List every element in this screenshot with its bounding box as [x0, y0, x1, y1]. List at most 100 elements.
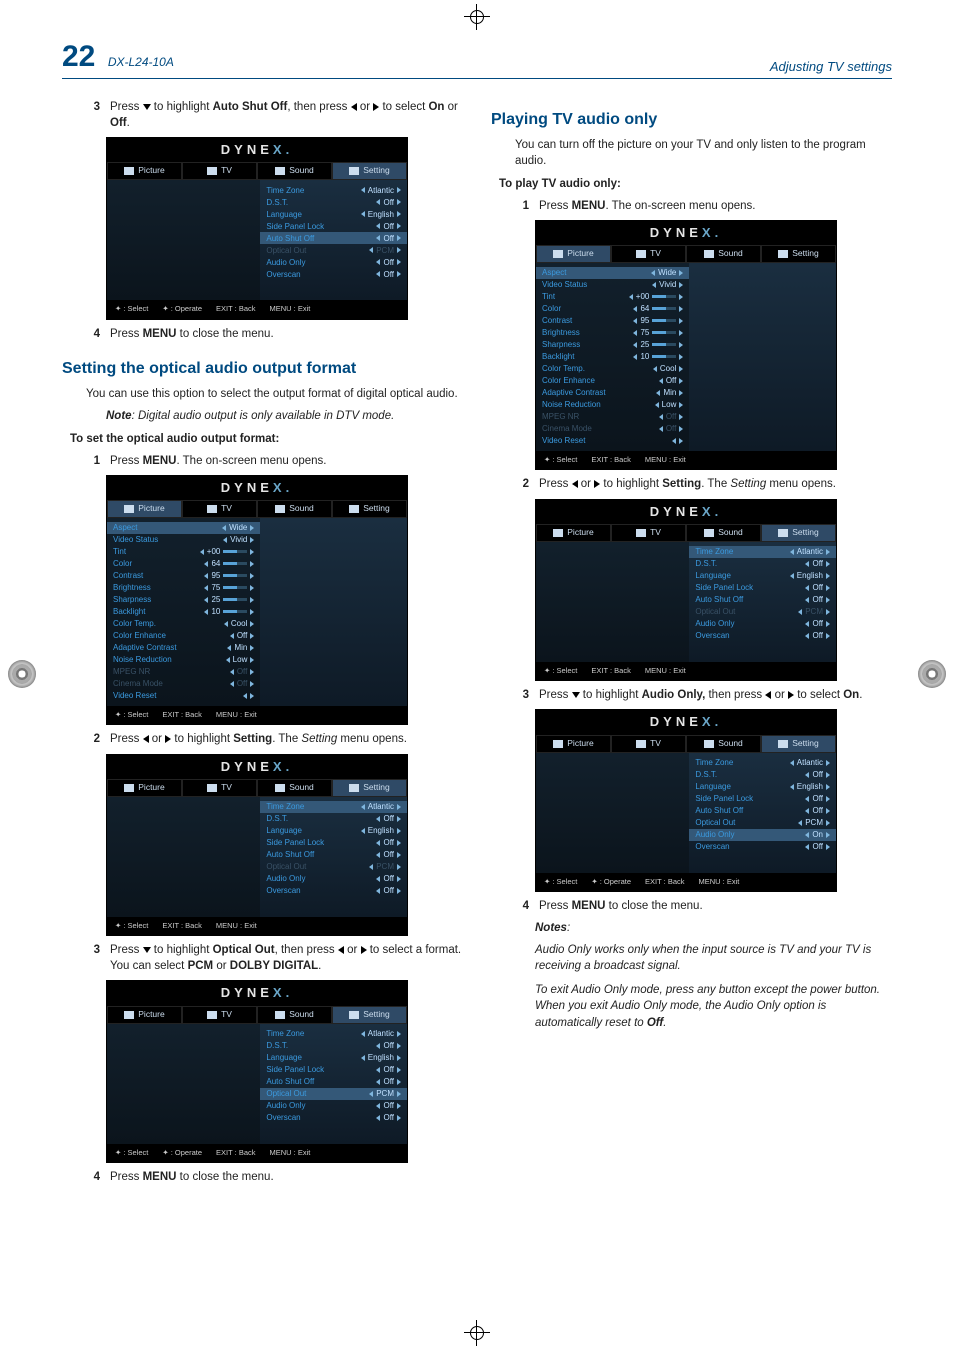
osd-row[interactable]: Color64	[542, 303, 683, 315]
osd-row[interactable]: Auto Shut OffOff	[695, 805, 830, 817]
osd-row[interactable]: Brightness75	[542, 327, 683, 339]
osd-row[interactable]: Side Panel LockOff	[266, 837, 401, 849]
osd-row[interactable]: Video StatusVivid	[113, 534, 254, 546]
osd-tab[interactable]: Picture	[107, 1006, 182, 1024]
osd-tab[interactable]: Picture	[107, 500, 182, 518]
osd-row[interactable]: Side Panel LockOff	[266, 220, 401, 232]
osd-tab[interactable]: Setting	[332, 162, 407, 180]
foot-select: ✦ : Select	[544, 877, 577, 888]
osd-row[interactable]: D.S.T.Off	[266, 1040, 401, 1052]
osd-row[interactable]: Sharpness25	[542, 339, 683, 351]
osd-tab[interactable]: Sound	[257, 162, 332, 180]
osd-row[interactable]: Contrast95	[542, 315, 683, 327]
osd-row[interactable]: MPEG NROff	[113, 666, 254, 678]
osd-row[interactable]: Noise ReductionLow	[542, 399, 683, 411]
osd-row[interactable]: Color Temp.Cool	[542, 363, 683, 375]
osd-tab[interactable]: TV	[182, 1006, 257, 1024]
osd-row[interactable]: Audio OnlyOn	[689, 829, 836, 841]
osd-tab[interactable]: TV	[611, 524, 686, 542]
osd-row[interactable]: D.S.T.Off	[266, 196, 401, 208]
osd-row[interactable]: Color Temp.Cool	[113, 618, 254, 630]
osd-row[interactable]: Audio OnlyOff	[266, 873, 401, 885]
osd-tab[interactable]: Picture	[107, 162, 182, 180]
osd-row[interactable]: LanguageEnglish	[266, 1052, 401, 1064]
osd-row[interactable]: Sharpness25	[113, 594, 254, 606]
osd-row[interactable]: Optical OutPCM	[695, 817, 830, 829]
osd-row[interactable]: LanguageEnglish	[695, 570, 830, 582]
osd-row[interactable]: AspectWide	[536, 267, 689, 279]
osd-row[interactable]: Time ZoneAtlantic	[266, 1028, 401, 1040]
osd-row[interactable]: Video StatusVivid	[542, 279, 683, 291]
osd-row[interactable]: OverscanOff	[695, 841, 830, 853]
osd-row[interactable]: AspectWide	[107, 522, 260, 534]
osd-row[interactable]: LanguageEnglish	[266, 825, 401, 837]
osd-tab[interactable]: Sound	[686, 524, 761, 542]
osd-tab[interactable]: Sound	[686, 735, 761, 753]
osd-row[interactable]: Auto Shut OffOff	[695, 594, 830, 606]
osd-row[interactable]: Side Panel LockOff	[695, 793, 830, 805]
osd-tab[interactable]: Setting	[332, 1006, 407, 1024]
osd-tab[interactable]: TV	[182, 779, 257, 797]
osd-row[interactable]: Auto Shut OffOff	[266, 849, 401, 861]
osd-tab[interactable]: Sound	[257, 500, 332, 518]
osd-row[interactable]: Time ZoneAtlantic	[695, 757, 830, 769]
osd-tab[interactable]: Picture	[107, 779, 182, 797]
osd-row[interactable]: Side Panel LockOff	[266, 1064, 401, 1076]
osd-tab[interactable]: Setting	[332, 500, 407, 518]
osd-tab[interactable]: Setting	[761, 245, 836, 263]
osd-tab[interactable]: Sound	[257, 1006, 332, 1024]
osd-row[interactable]: OverscanOff	[266, 268, 401, 280]
osd-tab[interactable]: TV	[182, 500, 257, 518]
osd-row[interactable]: Optical OutPCM	[260, 1088, 407, 1100]
osd-row[interactable]: Auto Shut OffOff	[266, 1076, 401, 1088]
osd-row[interactable]: Backlight10	[542, 351, 683, 363]
osd-row[interactable]: Audio OnlyOff	[266, 1100, 401, 1112]
osd-row[interactable]: Tint+00	[113, 546, 254, 558]
osd-tab[interactable]: Sound	[686, 245, 761, 263]
osd-row[interactable]: Side Panel LockOff	[695, 582, 830, 594]
osd-row[interactable]: D.S.T.Off	[695, 558, 830, 570]
osd-tab[interactable]: Setting	[332, 779, 407, 797]
osd-row[interactable]: LanguageEnglish	[266, 208, 401, 220]
osd-row[interactable]: Audio OnlyOff	[695, 618, 830, 630]
osd-row[interactable]: Cinema ModeOff	[542, 423, 683, 435]
osd-row[interactable]: Cinema ModeOff	[113, 678, 254, 690]
osd-tab[interactable]: Picture	[536, 735, 611, 753]
osd-row[interactable]: Optical OutPCM	[695, 606, 830, 618]
osd-row[interactable]: Contrast95	[113, 570, 254, 582]
osd-tab[interactable]: Setting	[761, 735, 836, 753]
osd-row[interactable]: Time ZoneAtlantic	[266, 184, 401, 196]
osd-row[interactable]: D.S.T.Off	[695, 769, 830, 781]
osd-row[interactable]: Video Reset	[542, 435, 683, 447]
osd-row[interactable]: Color EnhanceOff	[113, 630, 254, 642]
osd-row[interactable]: Brightness75	[113, 582, 254, 594]
osd-row[interactable]: Noise ReductionLow	[113, 654, 254, 666]
osd-row[interactable]: MPEG NROff	[542, 411, 683, 423]
osd-tab[interactable]: Picture	[536, 524, 611, 542]
osd-tab[interactable]: Setting	[761, 524, 836, 542]
osd-tab[interactable]: TV	[611, 245, 686, 263]
osd-tab[interactable]: Sound	[257, 779, 332, 797]
osd-row[interactable]: Adaptive ContrastMin	[113, 642, 254, 654]
osd-row[interactable]: Video Reset	[113, 690, 254, 702]
osd-tab[interactable]: TV	[182, 162, 257, 180]
osd-tab[interactable]: Picture	[536, 245, 611, 263]
osd-row[interactable]: Color EnhanceOff	[542, 375, 683, 387]
osd-row[interactable]: OverscanOff	[266, 885, 401, 897]
osd-row[interactable]: Tint+00	[542, 291, 683, 303]
osd-tab[interactable]: TV	[611, 735, 686, 753]
osd-row[interactable]: OverscanOff	[266, 1112, 401, 1124]
osd-row[interactable]: Time ZoneAtlantic	[260, 801, 407, 813]
osd-row[interactable]: LanguageEnglish	[695, 781, 830, 793]
osd-row[interactable]: Audio OnlyOff	[266, 256, 401, 268]
osd-row[interactable]: Optical OutPCM	[266, 244, 401, 256]
osd-row[interactable]: Adaptive ContrastMin	[542, 387, 683, 399]
osd-row[interactable]: Time ZoneAtlantic	[689, 546, 836, 558]
osd-row[interactable]: D.S.T.Off	[266, 813, 401, 825]
osd-row[interactable]: OverscanOff	[695, 630, 830, 642]
osd-row[interactable]: Optical OutPCM	[266, 861, 401, 873]
tab-label: Setting	[363, 1009, 389, 1021]
osd-row[interactable]: Backlight10	[113, 606, 254, 618]
osd-row[interactable]: Color64	[113, 558, 254, 570]
osd-row[interactable]: Auto Shut OffOff	[260, 232, 407, 244]
